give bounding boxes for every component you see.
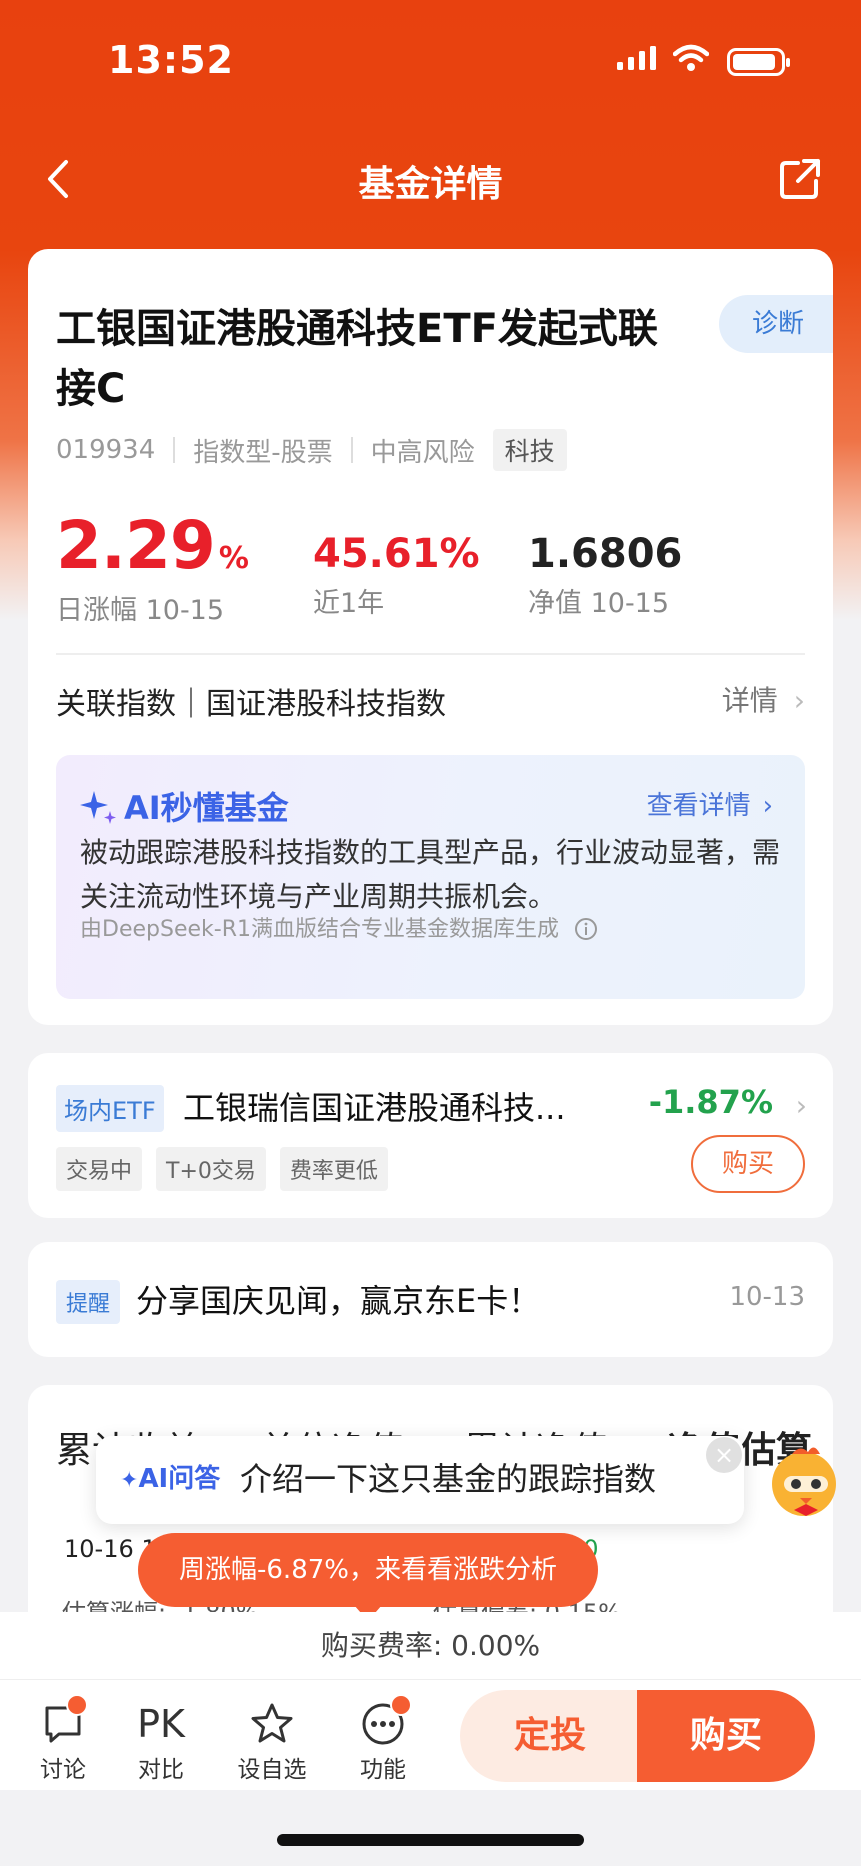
chevron-right-icon: › — [762, 791, 773, 821]
add-watchlist-label: 设自选 — [237, 1757, 307, 1783]
cellular-signal-icon — [617, 46, 656, 70]
daily-change-label: 日涨幅 10-15 — [56, 595, 225, 626]
reminder-tag: 提醒 — [56, 1280, 121, 1324]
ai-summary-card[interactable]: AI秒懂基金 查看详情 › 被动跟踪港股科技指数的工具型产品，行业波动显著，需关注… — [56, 755, 805, 999]
related-index[interactable]: 关联指数｜国证港股科技指数 — [56, 679, 446, 723]
weekly-change-bubble[interactable]: 周涨幅-6.87%，来看看涨跌分析 — [138, 1533, 598, 1621]
star-icon — [251, 1703, 293, 1743]
fund-risk: 中高风险 — [370, 437, 475, 468]
nav-value: 1.6806 — [528, 531, 683, 577]
daily-change-stat: 2.29% 日涨幅 10-15 — [56, 507, 249, 627]
fund-meta: 019934 指数型-股票 中高风险 科技 — [56, 429, 567, 471]
year-change-value: 45.61% — [313, 531, 480, 577]
diagnose-button[interactable]: 诊断 — [719, 295, 833, 353]
fund-summary-card: 工银国证港股通科技ETF发起式联接C 诊断 019934 指数型-股票 中高风险… — [28, 249, 833, 1025]
ai-summary-source: 由DeepSeek-R1满血版结合专业基金数据库生成 — [80, 917, 559, 942]
etf-name: 工银瑞信国证港股通科技... — [183, 1089, 566, 1127]
mascot-chick-icon[interactable] — [764, 1440, 846, 1522]
etf-card[interactable]: 场内ETF 工银瑞信国证港股通科技... -1.87% › 交易中 T+0交易 … — [28, 1053, 833, 1218]
meta-divider — [350, 437, 353, 463]
ai-summary-text: 被动跟踪港股科技指数的工具型产品，行业波动显著，需关注流动性环境与产业周期共振机… — [80, 836, 781, 913]
nav-stat: 1.6806 净值 10-15 — [528, 507, 682, 620]
ai-question-popup[interactable]: ✦AI问答 介绍一下这只基金的跟踪指数 — [96, 1436, 744, 1524]
fund-code: 019934 — [56, 435, 156, 465]
sparkle-icon — [80, 791, 116, 824]
pk-icon: PK — [137, 1702, 185, 1746]
compare-button[interactable]: PK 对比 — [116, 1698, 206, 1784]
year-change-label: 近1年 — [313, 588, 385, 619]
home-indicator — [277, 1834, 584, 1846]
buy-button[interactable]: 购买 — [637, 1690, 815, 1782]
discuss-button[interactable]: 讨论 — [18, 1694, 108, 1784]
ai-summary-title: AI秒懂基金 — [124, 789, 289, 827]
related-index-detail-label: 详情 — [721, 684, 778, 717]
info-icon[interactable] — [574, 917, 598, 941]
etf-pill: T+0交易 — [156, 1147, 266, 1191]
notification-dot — [390, 1694, 412, 1716]
fund-name: 工银国证港股通科技ETF发起式联接C — [56, 306, 658, 412]
reminder-text: 分享国庆见闻，赢京东E卡！ — [136, 1282, 541, 1320]
ai-question-tag: ✦AI问答 — [120, 1458, 220, 1495]
daily-change-unit: % — [218, 541, 249, 576]
top-nav: 基金详情 — [0, 135, 861, 215]
divider — [56, 653, 805, 655]
page-title: 基金详情 — [358, 164, 503, 205]
function-button[interactable]: 功能 — [338, 1694, 428, 1784]
purchase-fee: 购买费率: 0.00% — [0, 1612, 861, 1680]
status-time: 13:52 — [108, 38, 234, 82]
chevron-right-icon: › — [793, 684, 805, 717]
etf-change: -1.87% — [648, 1083, 773, 1121]
reminder-card[interactable]: 提醒 分享国庆见闻，赢京东E卡！ 10-13 — [28, 1242, 833, 1357]
share-icon[interactable] — [778, 157, 822, 201]
ai-summary-title-row: AI秒懂基金 — [80, 783, 289, 829]
ai-summary-more-link[interactable]: 查看详情 › — [647, 785, 773, 822]
meta-divider — [173, 437, 176, 463]
notification-dot — [66, 1694, 88, 1716]
etf-pill: 费率更低 — [279, 1147, 388, 1191]
etf-buy-button[interactable]: 购买 — [691, 1135, 805, 1193]
function-label: 功能 — [360, 1757, 406, 1783]
chevron-right-icon: › — [795, 1089, 807, 1122]
sparkle-icon: ✦ — [120, 1468, 139, 1493]
close-icon[interactable]: × — [706, 1437, 742, 1473]
add-watchlist-button[interactable]: 设自选 — [227, 1698, 317, 1784]
ai-summary-more-label: 查看详情 — [646, 791, 751, 821]
sip-button[interactable]: 定投 — [460, 1690, 640, 1782]
bottom-bar: 讨论 PK 对比 设自选 功能 定投 购买 — [0, 1680, 861, 1790]
battery-icon — [727, 48, 790, 76]
fund-sector-tag[interactable]: 科技 — [492, 429, 567, 471]
status-bar: 13:52 — [0, 0, 861, 130]
ai-question-text: 介绍一下这只基金的跟踪指数 — [240, 1460, 657, 1498]
etf-pills: 交易中 T+0交易 费率更低 — [56, 1147, 388, 1191]
ai-question-tag-label: AI问答 — [138, 1464, 221, 1494]
compare-label: 对比 — [138, 1757, 184, 1783]
nav-label: 净值 10-15 — [528, 588, 670, 619]
etf-pill: 交易中 — [56, 1147, 143, 1191]
ai-summary-footer: 由DeepSeek-R1满血版结合专业基金数据库生成 — [80, 911, 598, 943]
reminder-date: 10-13 — [729, 1282, 805, 1312]
daily-change-value: 2.29 — [56, 507, 216, 584]
related-index-detail-link[interactable]: 详情 › — [722, 679, 805, 719]
discuss-label: 讨论 — [40, 1757, 86, 1783]
etf-tag: 场内ETF — [56, 1085, 164, 1132]
fund-type: 指数型-股票 — [193, 437, 333, 468]
year-change-stat: 45.61% 近1年 — [313, 507, 480, 620]
wifi-icon — [673, 44, 709, 71]
